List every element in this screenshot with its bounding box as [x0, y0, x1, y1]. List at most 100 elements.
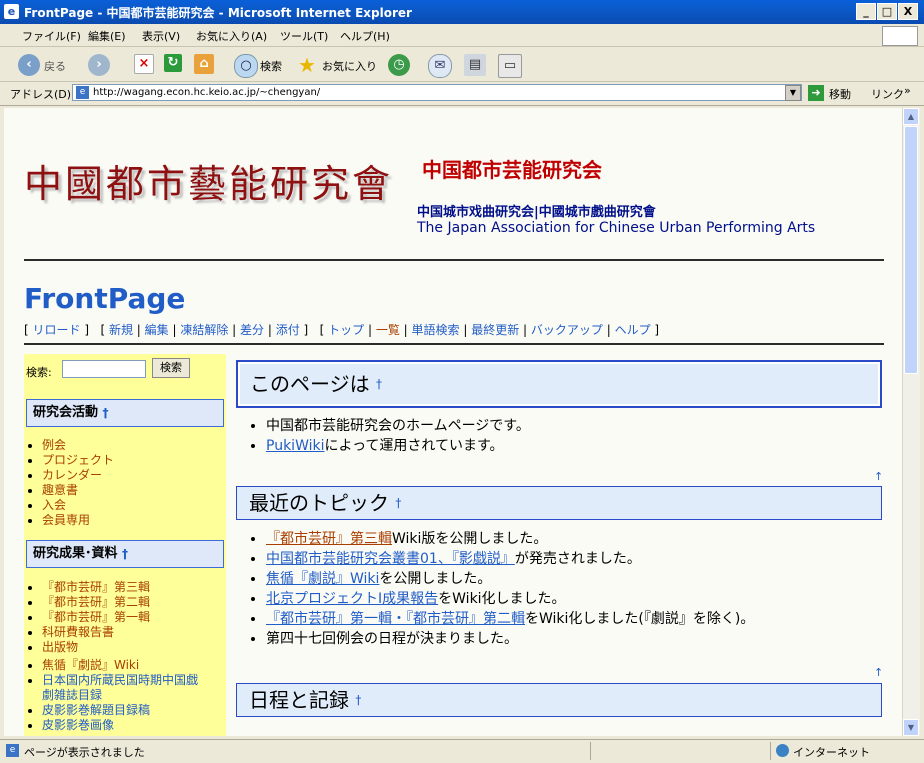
status-divider [590, 742, 591, 760]
site-subtitle-en: The Japan Association for Chinese Urban … [417, 220, 816, 236]
sidebar-list-results: 『都市芸研』第三輯 『都市芸研』第二輯 『都市芸研』第一輯 科研費報告書 出版物 [42, 580, 150, 655]
close-button[interactable]: X [898, 3, 918, 20]
refresh-icon[interactable]: ↻ [164, 54, 182, 72]
anchor-dagger[interactable]: † [376, 377, 382, 391]
list-item[interactable]: 『都市芸研』第三輯 [42, 580, 150, 595]
back-icon[interactable]: ‹ [18, 54, 40, 76]
go-button[interactable]: 移動 [829, 86, 851, 102]
history-icon[interactable]: ◷ [388, 54, 410, 76]
vertical-scrollbar[interactable]: ▲ ▼ [902, 108, 920, 736]
list-item: 第四十七回例会の日程が決まりました。 [266, 629, 754, 649]
links-button[interactable]: リンク [871, 86, 904, 102]
list-item[interactable]: 科研費報告書 [42, 625, 150, 640]
home-icon[interactable]: ⌂ [194, 54, 214, 74]
list-item[interactable]: 『都市芸研』第二輯 [42, 595, 150, 610]
mail-icon[interactable]: ✉ [428, 54, 452, 78]
sidebar-section-activities: 研究会活動 † [26, 399, 224, 427]
sidebar-search-input[interactable] [62, 360, 146, 378]
nav-attach[interactable]: 添付 [276, 323, 300, 337]
topic-link[interactable]: 中国都市芸能研究会叢書01、『影戯説』 [266, 551, 515, 567]
minimize-button[interactable]: _ [856, 3, 876, 20]
section-heading-about: このページは † [236, 360, 882, 408]
menu-help[interactable]: ヘルプ(H) [340, 28, 390, 44]
list-item[interactable]: 皮影影巻解題目録稿 [42, 703, 198, 718]
status-text: ページが表示されました [24, 746, 145, 759]
section-heading-schedule-title: 日程と記録 [249, 688, 349, 712]
address-dropdown-icon[interactable]: ▼ [785, 85, 801, 101]
windows-logo-icon [882, 26, 918, 46]
chevron-right-icon[interactable]: » [904, 84, 911, 97]
topic-link[interactable]: 『都市芸研』第三輯 [266, 531, 392, 547]
list-item[interactable]: 皮影影巻画像 [42, 718, 198, 733]
internet-globe-icon [776, 744, 789, 757]
anchor-dagger[interactable]: † [355, 693, 361, 707]
about-list: 中国都市芸能研究会のホームページです。 PukiWikiによって運用されています… [266, 416, 530, 456]
list-item[interactable]: カレンダー [42, 468, 114, 483]
scroll-down-icon[interactable]: ▼ [903, 719, 919, 736]
menu-favorites[interactable]: お気に入り(A) [196, 28, 267, 44]
menu-edit[interactable]: 編集(E) [88, 28, 126, 44]
nav-reload[interactable]: リロード [33, 323, 81, 337]
menu-file[interactable]: ファイル(F) [22, 28, 81, 44]
scroll-thumb[interactable] [904, 126, 918, 374]
nav-diff[interactable]: 差分 [240, 323, 264, 337]
window-title: FrontPage - 中国都市芸能研究会 - Microsoft Intern… [24, 6, 412, 20]
list-item[interactable]: 焦循『劇説』Wiki [42, 658, 198, 673]
nav-backup[interactable]: バックアップ [531, 323, 603, 337]
topic-link[interactable]: 『都市芸研』第一輯・『都市芸研』第二輯 [266, 611, 525, 627]
search-icon[interactable]: ○ [234, 54, 258, 78]
nav-edit[interactable]: 編集 [145, 323, 169, 337]
edit-icon[interactable]: ▭ [498, 54, 522, 78]
search-label[interactable]: 検索 [260, 58, 282, 74]
maximize-button[interactable]: □ [877, 3, 897, 20]
nav-divider [24, 343, 884, 345]
scroll-up-icon[interactable]: ▲ [903, 108, 919, 125]
nav-recent[interactable]: 最終更新 [471, 323, 519, 337]
list-item[interactable]: プロジェクト [42, 453, 114, 468]
pukiwiki-link[interactable]: PukiWiki [266, 438, 325, 454]
address-input[interactable]: e http://wagang.econ.hc.keio.ac.jp/~chen… [72, 84, 802, 101]
back-label[interactable]: 戻る [44, 58, 66, 74]
topic-link[interactable]: 北京プロジェクトⅠ成果報告 [266, 591, 438, 607]
nav-menu: [ リロード ] [ 新規 | 編集 | 凍結解除 | 差分 | 添付 ] [ … [24, 323, 660, 337]
back-to-top-link[interactable]: ↑ [874, 470, 883, 483]
list-item[interactable]: 出版物 [42, 640, 150, 655]
nav-word-search[interactable]: 単語検索 [412, 323, 460, 337]
list-item[interactable]: 会員専用 [42, 513, 114, 528]
nav-help[interactable]: ヘルプ [615, 323, 651, 337]
nav-new[interactable]: 新規 [109, 323, 133, 337]
status-bar: e ページが表示されました インターネット [0, 739, 924, 763]
address-bar: アドレス(D) e http://wagang.econ.hc.keio.ac.… [0, 82, 924, 106]
list-item[interactable]: 趣意書 [42, 483, 114, 498]
nav-top[interactable]: トップ [328, 323, 364, 337]
menu-view[interactable]: 表示(V) [142, 28, 180, 44]
status-zone: インターネット [793, 746, 870, 759]
forward-icon[interactable]: › [88, 54, 110, 76]
favorites-label[interactable]: お気に入り [322, 58, 377, 74]
page-status-icon: e [6, 744, 19, 757]
back-to-top-link[interactable]: ↑ [874, 666, 883, 679]
nav-list[interactable]: 一覧 [376, 323, 400, 337]
sidebar-section-results-title: 研究成果･資料 [33, 546, 118, 561]
title-bar: e FrontPage - 中国都市芸能研究会 - Microsoft Inte… [0, 0, 924, 24]
menu-tools[interactable]: ツール(T) [280, 28, 328, 44]
print-icon[interactable]: ▤ [464, 54, 486, 76]
sidebar-section-activities-title: 研究会活動 [33, 405, 99, 420]
sidebar-search-button[interactable]: 検索 [152, 358, 190, 378]
sidebar-search-label: 検索: [26, 366, 52, 379]
list-item[interactable]: 『都市芸研』第一輯 [42, 610, 150, 625]
page-viewport: 中國都市藝能研究會 中国都市芸能研究会 中国城市戏曲研究会|中國城市戲曲研究會 … [4, 108, 902, 736]
go-arrow-icon[interactable]: ➜ [808, 85, 824, 101]
anchor-dagger[interactable]: † [122, 547, 128, 561]
list-item[interactable]: 入会 [42, 498, 114, 513]
stop-icon[interactable]: × [134, 54, 154, 74]
list-item[interactable]: 日本国内所蔵民国時期中国戯劇雑誌目録 [42, 673, 198, 703]
topic-link[interactable]: 焦循『劇説』Wiki [266, 571, 379, 587]
list-item: 中国都市芸能研究会のホームページです。 [266, 416, 530, 436]
nav-unfreeze[interactable]: 凍結解除 [180, 323, 228, 337]
anchor-dagger[interactable]: † [103, 406, 109, 420]
list-item[interactable]: 例会 [42, 438, 114, 453]
list-item: 焦循『劇説』Wikiを公開しました。 [266, 569, 754, 589]
favorites-star-icon[interactable]: ★ [296, 54, 318, 76]
anchor-dagger[interactable]: † [395, 496, 401, 510]
